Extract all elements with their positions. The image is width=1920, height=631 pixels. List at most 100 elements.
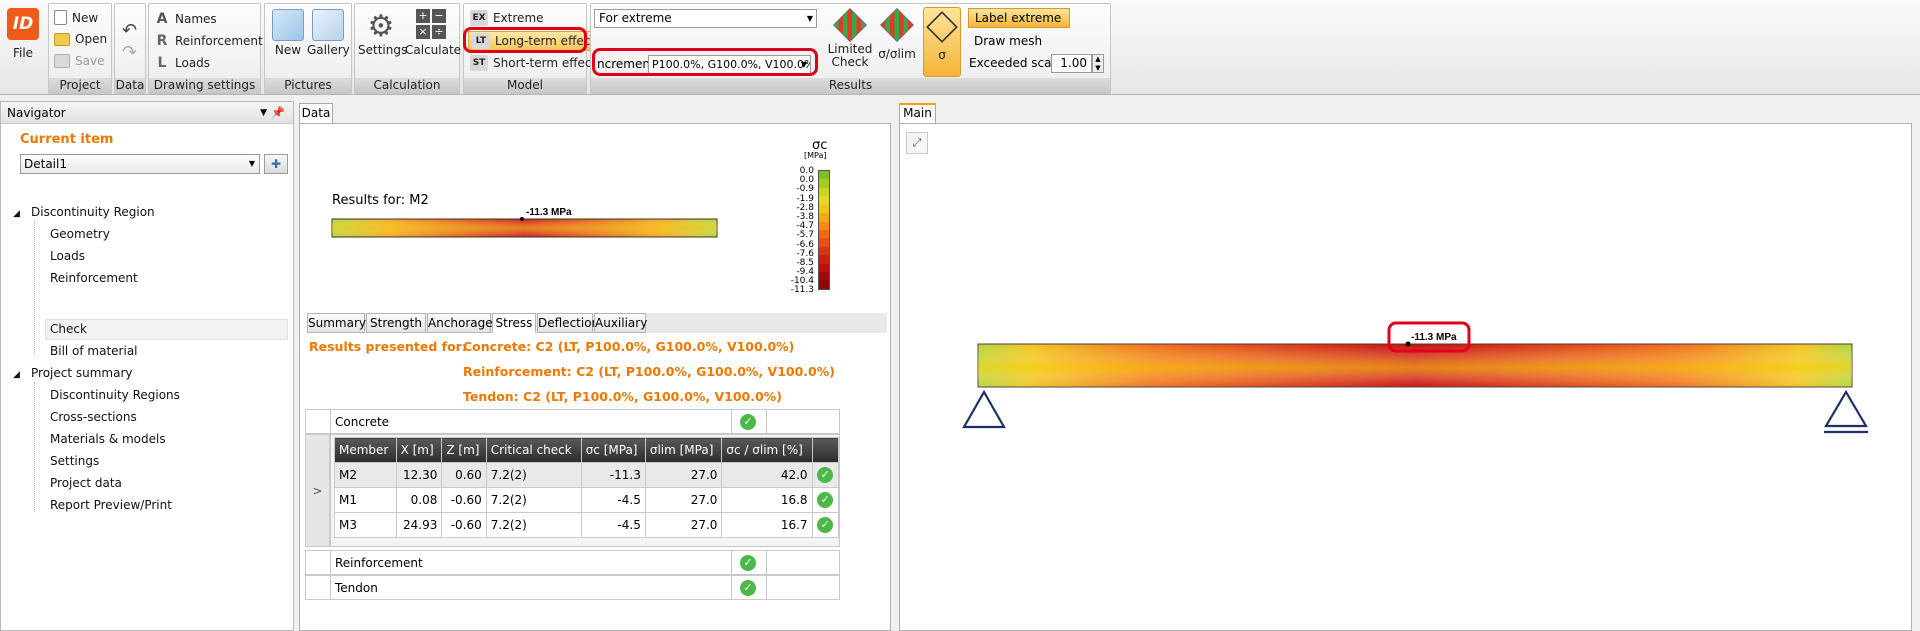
tree-item-discontinuity-regions[interactable]: Discontinuity Regions <box>50 388 180 402</box>
names-toggle[interactable]: A Names <box>154 11 217 27</box>
tree-item-reinforcement[interactable]: Reinforcement <box>50 271 138 285</box>
table-cell: 16.8 <box>721 487 813 513</box>
table-cell: 7.2(2) <box>485 462 582 488</box>
reinforcement-row[interactable]: Reinforcement ✓ <box>305 550 840 575</box>
limited-check-icon <box>833 8 867 42</box>
short-term-icon: ST <box>470 55 488 71</box>
result-tab-auxiliary[interactable]: Auxiliary <box>594 313 647 333</box>
tree-item-settings[interactable]: Settings <box>50 454 99 468</box>
column-header[interactable] <box>811 437 840 463</box>
chevron-down-icon: ▼ <box>806 14 813 23</box>
tab-data[interactable]: Data <box>299 103 333 123</box>
open-project-button[interactable]: Open <box>54 32 107 46</box>
tree-label-project-summary[interactable]: Project summary <box>31 366 133 380</box>
settings-button[interactable]: ⚙ Settings <box>358 9 407 57</box>
table-cell: -4.5 <box>580 512 646 538</box>
extreme-icon: EX <box>470 10 488 26</box>
loads-toggle[interactable]: L Loads <box>154 55 211 71</box>
pin-icon[interactable]: 📌 <box>271 102 285 124</box>
sigma-lim-button[interactable]: σ/σlim <box>876 8 918 61</box>
tree-label-discontinuity-region[interactable]: Discontinuity Region <box>31 205 155 219</box>
column-header[interactable]: Critical check <box>485 437 582 463</box>
check-icon: ✓ <box>740 555 756 571</box>
sigma-button[interactable]: σ <box>923 7 961 77</box>
table-cell: 7.2(2) <box>485 487 582 513</box>
new-project-button[interactable]: New <box>54 10 98 25</box>
tree-item-materials[interactable]: Materials & models <box>50 432 166 446</box>
reinforcement-toggle[interactable]: R Reinforcement <box>154 33 263 49</box>
redo-icon[interactable]: ↷ <box>122 42 137 63</box>
dropdown-icon[interactable]: ▼ <box>260 102 267 124</box>
collapse-triangle-icon[interactable]: ◢ <box>13 370 20 380</box>
exceeded-scale-input[interactable]: 1.00 <box>1051 54 1092 73</box>
navigator-header: Navigator ▼ 📌 <box>1 102 293 124</box>
table-cell: 0.08 <box>395 487 443 513</box>
concrete-row[interactable]: Concrete ✓ <box>305 409 840 434</box>
app-logo-icon: ID <box>7 8 39 40</box>
file-button[interactable]: ID File <box>6 8 40 60</box>
save-project-button[interactable]: Save <box>54 54 104 68</box>
fit-view-button[interactable]: ⤢ <box>906 132 928 154</box>
short-term-effect-option[interactable]: ST Short-term effect <box>470 55 596 71</box>
concrete-combination: Concrete: C2 (LT, P100.0%, G100.0%, V100… <box>463 339 795 354</box>
column-header[interactable]: σlim [MPa] <box>644 437 723 463</box>
result-tab-summary[interactable]: Summary <box>307 313 366 333</box>
gallery-button[interactable]: Gallery <box>307 9 350 57</box>
left-support-icon <box>962 389 1006 429</box>
table-cell: 12.30 <box>395 462 443 488</box>
legend-ticks: 0.0 0.0 -0.9 -1.9 -2.8 -3.8 -4.7 -5.7 -6.6 -7.6 -8… <box>786 166 814 296</box>
column-header[interactable]: Z [m] <box>441 437 487 463</box>
table-cell: M1 <box>334 487 397 513</box>
tree-item-report[interactable]: Report Preview/Print <box>50 498 172 512</box>
tree-item-bill-of-material[interactable]: Bill of material <box>50 344 138 358</box>
collapse-triangle-icon[interactable]: ◢ <box>13 209 20 219</box>
tree-item-cross-sections[interactable]: Cross-sections <box>50 410 137 424</box>
table-row[interactable]: M2 12.30 0.60 7.2(2) -11.3 27.0 42.0 ✓ <box>334 462 840 488</box>
table-cell: 24.93 <box>395 512 443 538</box>
calculate-button[interactable]: + − × ÷ Calculate <box>405 9 461 57</box>
column-header[interactable]: Member <box>334 437 397 463</box>
mini-stress-plot: -11.3 MPa <box>331 207 718 238</box>
gallery-icon <box>312 9 344 41</box>
tendon-combination: Tendon: C2 (LT, P100.0%, G100.0%, V100.0… <box>463 389 782 404</box>
check-icon: ✓ <box>740 580 756 596</box>
extreme-option[interactable]: EX Extreme <box>470 10 544 26</box>
tab-main[interactable]: Main <box>899 103 936 123</box>
concrete-expand[interactable]: > <box>305 434 330 547</box>
scale-spinner[interactable]: ▲ ▼ <box>1092 54 1104 73</box>
tree-item-geometry[interactable]: Geometry <box>50 227 110 241</box>
table-row[interactable]: M3 24.93 -0.60 7.2(2) -4.5 27.0 16.7 ✓ <box>334 512 840 538</box>
new-picture-button[interactable]: New <box>269 9 307 57</box>
status-cell: ✓ <box>811 462 840 488</box>
result-tab-stress[interactable]: Stress <box>492 313 536 333</box>
tree-item-project-data[interactable]: Project data <box>50 476 122 490</box>
draw-mesh-toggle[interactable]: Draw mesh <box>974 34 1042 48</box>
tree-item-loads[interactable]: Loads <box>50 249 85 263</box>
tendon-row[interactable]: Tendon ✓ <box>305 575 840 600</box>
detail-select[interactable]: Detail1 ▼ <box>20 154 260 174</box>
status-cell: ✓ <box>811 487 840 513</box>
tree-item-check[interactable]: Check <box>50 322 87 336</box>
legend-swatch <box>819 196 829 205</box>
tree-line <box>34 221 35 354</box>
tree-node-project-summary[interactable]: ◢ <box>13 366 20 380</box>
add-detail-button[interactable]: ✚ <box>264 154 288 174</box>
pictures-caption: Pictures <box>265 78 351 93</box>
folder-icon <box>54 32 70 46</box>
extreme-combo[interactable]: For extreme ▼ <box>594 9 817 28</box>
column-header[interactable]: σc [MPa] <box>580 437 646 463</box>
ribbon: ID File New Open Save Project ↶ ↷ Data A… <box>0 0 1920 95</box>
column-header[interactable]: σc / σlim [%] <box>721 437 813 463</box>
undo-icon[interactable]: ↶ <box>122 20 137 41</box>
column-header[interactable]: X [m] <box>395 437 443 463</box>
tree-node-discontinuity-region[interactable]: ◢ <box>13 153 24 219</box>
table-cell: M2 <box>334 462 397 488</box>
sigma-lim-icon <box>880 8 914 42</box>
result-tab-deflection[interactable]: Deflection <box>537 313 599 333</box>
result-tab-strength[interactable]: Strength <box>366 313 426 333</box>
app-window: ID File New Open Save Project ↶ ↷ Data A… <box>0 0 1920 631</box>
limited-check-button[interactable]: Limited Check <box>827 8 873 69</box>
result-tab-anchorage[interactable]: Anchorage <box>427 313 493 333</box>
label-extreme-toggle[interactable]: Label extreme <box>968 8 1070 28</box>
table-row[interactable]: M1 0.08 -0.60 7.2(2) -4.5 27.0 16.8 ✓ <box>334 487 840 513</box>
